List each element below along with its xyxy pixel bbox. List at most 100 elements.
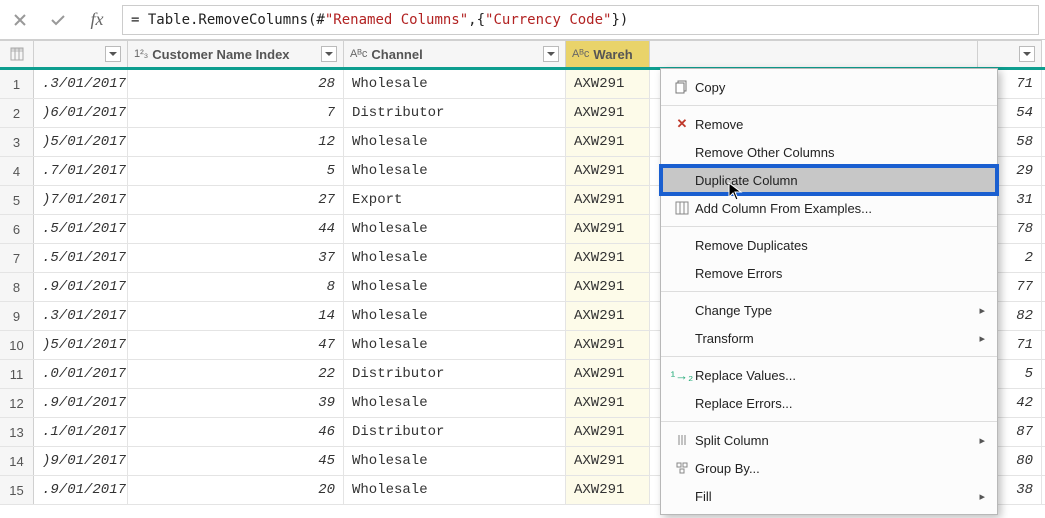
cell-channel[interactable]: Export — [344, 186, 566, 214]
cell-date[interactable]: )9/01/2017 — [34, 447, 128, 475]
cell-date[interactable]: )6/01/2017 — [34, 99, 128, 127]
cell-customer[interactable]: 22 — [128, 360, 344, 388]
formula-input[interactable]: = Table.RemoveColumns(# "Renamed Columns… — [122, 5, 1039, 35]
cell-customer[interactable]: 27 — [128, 186, 344, 214]
column-header-warehouse[interactable]: Aᴮᴄ Wareh — [566, 40, 650, 67]
cell-warehouse[interactable]: AXW291 — [566, 244, 650, 272]
menu-remove[interactable]: ✕ Remove — [661, 110, 997, 138]
cell-channel[interactable]: Wholesale — [344, 244, 566, 272]
menu-transform[interactable]: Transform — [661, 324, 997, 352]
menu-group-by[interactable]: Group By... — [661, 454, 997, 482]
cell-customer[interactable]: 12 — [128, 128, 344, 156]
cell-warehouse[interactable]: AXW291 — [566, 215, 650, 243]
cell-date[interactable]: .9/01/2017 — [34, 389, 128, 417]
row-number[interactable]: 9 — [0, 302, 34, 330]
menu-fill[interactable]: Fill — [661, 482, 997, 510]
menu-replace-errors[interactable]: Replace Errors... — [661, 389, 997, 417]
cell-channel[interactable]: Wholesale — [344, 70, 566, 98]
cell-date[interactable]: .9/01/2017 — [34, 273, 128, 301]
cell-date[interactable]: )7/01/2017 — [34, 186, 128, 214]
cell-customer[interactable]: 39 — [128, 389, 344, 417]
cell-channel[interactable]: Wholesale — [344, 215, 566, 243]
row-number[interactable]: 4 — [0, 157, 34, 185]
cell-customer[interactable]: 37 — [128, 244, 344, 272]
cell-customer[interactable]: 20 — [128, 476, 344, 504]
cell-warehouse[interactable]: AXW291 — [566, 157, 650, 185]
cell-customer[interactable]: 44 — [128, 215, 344, 243]
column-header-customer[interactable]: 1²₃ Customer Name Index — [128, 40, 344, 67]
row-number[interactable]: 6 — [0, 215, 34, 243]
row-number[interactable]: 13 — [0, 418, 34, 446]
cell-date[interactable]: .5/01/2017 — [34, 244, 128, 272]
row-number[interactable]: 5 — [0, 186, 34, 214]
row-number[interactable]: 12 — [0, 389, 34, 417]
cell-date[interactable]: )5/01/2017 — [34, 331, 128, 359]
cell-channel[interactable]: Wholesale — [344, 273, 566, 301]
menu-duplicate-column[interactable]: Duplicate Column — [661, 166, 997, 194]
row-number[interactable]: 2 — [0, 99, 34, 127]
cell-channel[interactable]: Wholesale — [344, 302, 566, 330]
menu-replace-values[interactable]: ¹→₂ Replace Values... — [661, 361, 997, 389]
column-filter-dropdown[interactable] — [105, 46, 121, 62]
cell-date[interactable]: )5/01/2017 — [34, 128, 128, 156]
menu-add-from-examples[interactable]: Add Column From Examples... — [661, 194, 997, 222]
cell-customer[interactable]: 8 — [128, 273, 344, 301]
row-number[interactable]: 8 — [0, 273, 34, 301]
menu-remove-others[interactable]: Remove Other Columns — [661, 138, 997, 166]
menu-remove-duplicates[interactable]: Remove Duplicates — [661, 231, 997, 259]
cell-customer[interactable]: 7 — [128, 99, 344, 127]
cell-channel[interactable]: Wholesale — [344, 128, 566, 156]
cell-channel[interactable]: Wholesale — [344, 157, 566, 185]
cell-date[interactable]: .3/01/2017 — [34, 302, 128, 330]
row-number[interactable]: 15 — [0, 476, 34, 504]
cell-customer[interactable]: 5 — [128, 157, 344, 185]
column-header-date[interactable] — [34, 40, 128, 67]
cell-channel[interactable]: Wholesale — [344, 331, 566, 359]
cell-channel[interactable]: Wholesale — [344, 476, 566, 504]
row-number[interactable]: 14 — [0, 447, 34, 475]
cell-warehouse[interactable]: AXW291 — [566, 331, 650, 359]
cell-warehouse[interactable]: AXW291 — [566, 476, 650, 504]
cell-date[interactable]: .9/01/2017 — [34, 476, 128, 504]
column-filter-dropdown[interactable] — [321, 46, 337, 62]
cell-channel[interactable]: Distributor — [344, 99, 566, 127]
cell-customer[interactable]: 46 — [128, 418, 344, 446]
column-filter-dropdown[interactable] — [543, 46, 559, 62]
commit-formula-button[interactable] — [44, 6, 72, 34]
cell-warehouse[interactable]: AXW291 — [566, 389, 650, 417]
row-number[interactable]: 7 — [0, 244, 34, 272]
cell-customer[interactable]: 45 — [128, 447, 344, 475]
cell-date[interactable]: .1/01/2017 — [34, 418, 128, 446]
cell-warehouse[interactable]: AXW291 — [566, 186, 650, 214]
cancel-formula-button[interactable] — [6, 6, 34, 34]
cell-warehouse[interactable]: AXW291 — [566, 418, 650, 446]
cell-channel[interactable]: Wholesale — [344, 389, 566, 417]
menu-split-column[interactable]: Split Column — [661, 426, 997, 454]
cell-warehouse[interactable]: AXW291 — [566, 70, 650, 98]
cell-warehouse[interactable]: AXW291 — [566, 128, 650, 156]
row-number[interactable]: 3 — [0, 128, 34, 156]
cell-warehouse[interactable]: AXW291 — [566, 99, 650, 127]
column-header-channel[interactable]: Aᴮᴄ Channel — [344, 40, 566, 67]
row-number[interactable]: 1 — [0, 70, 34, 98]
cell-channel[interactable]: Wholesale — [344, 447, 566, 475]
row-number[interactable]: 11 — [0, 360, 34, 388]
cell-date[interactable]: .5/01/2017 — [34, 215, 128, 243]
menu-remove-errors[interactable]: Remove Errors — [661, 259, 997, 287]
cell-date[interactable]: .3/01/2017 — [34, 70, 128, 98]
cell-warehouse[interactable]: AXW291 — [566, 360, 650, 388]
cell-date[interactable]: .7/01/2017 — [34, 157, 128, 185]
cell-customer[interactable]: 28 — [128, 70, 344, 98]
column-filter-dropdown[interactable] — [1019, 46, 1035, 62]
cell-customer[interactable]: 47 — [128, 331, 344, 359]
menu-change-type[interactable]: Change Type — [661, 296, 997, 324]
table-corner-button[interactable] — [0, 40, 34, 67]
cell-channel[interactable]: Distributor — [344, 360, 566, 388]
cell-channel[interactable]: Distributor — [344, 418, 566, 446]
cell-customer[interactable]: 14 — [128, 302, 344, 330]
cell-date[interactable]: .0/01/2017 — [34, 360, 128, 388]
row-number[interactable]: 10 — [0, 331, 34, 359]
cell-warehouse[interactable]: AXW291 — [566, 447, 650, 475]
cell-warehouse[interactable]: AXW291 — [566, 273, 650, 301]
column-header-number[interactable] — [978, 40, 1042, 67]
